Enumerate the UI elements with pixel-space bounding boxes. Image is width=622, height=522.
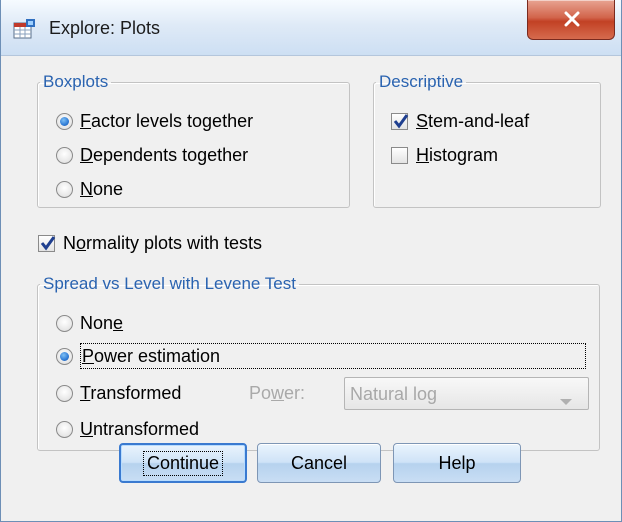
continue-label: Continue xyxy=(142,450,224,476)
close-icon xyxy=(564,11,580,27)
radio-indicator[interactable] xyxy=(56,180,73,198)
power-select[interactable]: Natural log xyxy=(344,377,589,410)
option-label: None xyxy=(80,178,124,199)
explore-plots-dialog: Explore: Plots Boxplots Factor levels to… xyxy=(0,0,622,522)
radio-transformed[interactable]: Transformed xyxy=(56,380,181,406)
checkbox-histogram[interactable]: Histogram xyxy=(391,142,498,168)
radio-indicator[interactable] xyxy=(56,112,73,130)
radio-power-estimation[interactable]: Power estimation xyxy=(56,343,586,369)
checkbox-normality-plots[interactable]: Normality plots with tests xyxy=(38,230,262,256)
option-label: Transformed xyxy=(80,382,182,403)
option-label: Factor levels together xyxy=(80,110,254,131)
help-button[interactable]: Help xyxy=(393,443,521,483)
spread-legend: Spread vs Level with Levene Test xyxy=(43,274,296,293)
chevron-down-icon xyxy=(559,390,573,411)
boxplots-legend: Boxplots xyxy=(43,72,109,91)
option-label: Normality plots with tests xyxy=(63,232,263,253)
title-bar[interactable]: Explore: Plots xyxy=(1,0,621,56)
spss-table-icon xyxy=(13,18,37,40)
option-label: Power estimation xyxy=(80,343,586,369)
radio-indicator[interactable] xyxy=(56,314,73,332)
radio-indicator[interactable] xyxy=(56,347,73,365)
option-label: Stem-and-leaf xyxy=(416,110,530,131)
radio-boxplots-none[interactable]: None xyxy=(56,176,123,202)
help-label: Help xyxy=(438,452,476,473)
option-label: Dependents together xyxy=(80,144,249,165)
continue-button[interactable]: Continue xyxy=(119,443,247,483)
radio-untransformed[interactable]: Untransformed xyxy=(56,416,199,442)
option-label: Untransformed xyxy=(80,418,200,439)
window-title: Explore: Plots xyxy=(49,18,161,38)
descriptive-group: Descriptive xyxy=(373,72,601,208)
radio-dependents-together[interactable]: Dependents together xyxy=(56,142,248,168)
close-button[interactable] xyxy=(527,0,615,40)
power-label: Po w er: xyxy=(249,382,306,403)
checkbox-indicator[interactable] xyxy=(391,146,408,164)
radio-indicator[interactable] xyxy=(56,384,73,402)
radio-factor-levels-together[interactable]: Factor levels together xyxy=(56,108,253,134)
checkbox-indicator[interactable] xyxy=(38,234,56,252)
cancel-button[interactable]: Cancel xyxy=(257,443,381,483)
cancel-label: Cancel xyxy=(290,452,348,473)
checkbox-indicator[interactable] xyxy=(391,112,409,130)
radio-spread-none[interactable]: None xyxy=(56,310,123,336)
radio-indicator[interactable] xyxy=(56,146,73,164)
checkbox-stem-and-leaf[interactable]: Stem-and-leaf xyxy=(391,108,529,134)
power-select-value: Natural log xyxy=(350,384,438,404)
checkmark-icon xyxy=(393,113,409,128)
option-label: None xyxy=(80,312,124,333)
descriptive-legend: Descriptive xyxy=(379,72,464,91)
option-label: Histogram xyxy=(416,144,499,165)
checkmark-icon xyxy=(40,235,56,250)
radio-indicator[interactable] xyxy=(56,420,73,438)
